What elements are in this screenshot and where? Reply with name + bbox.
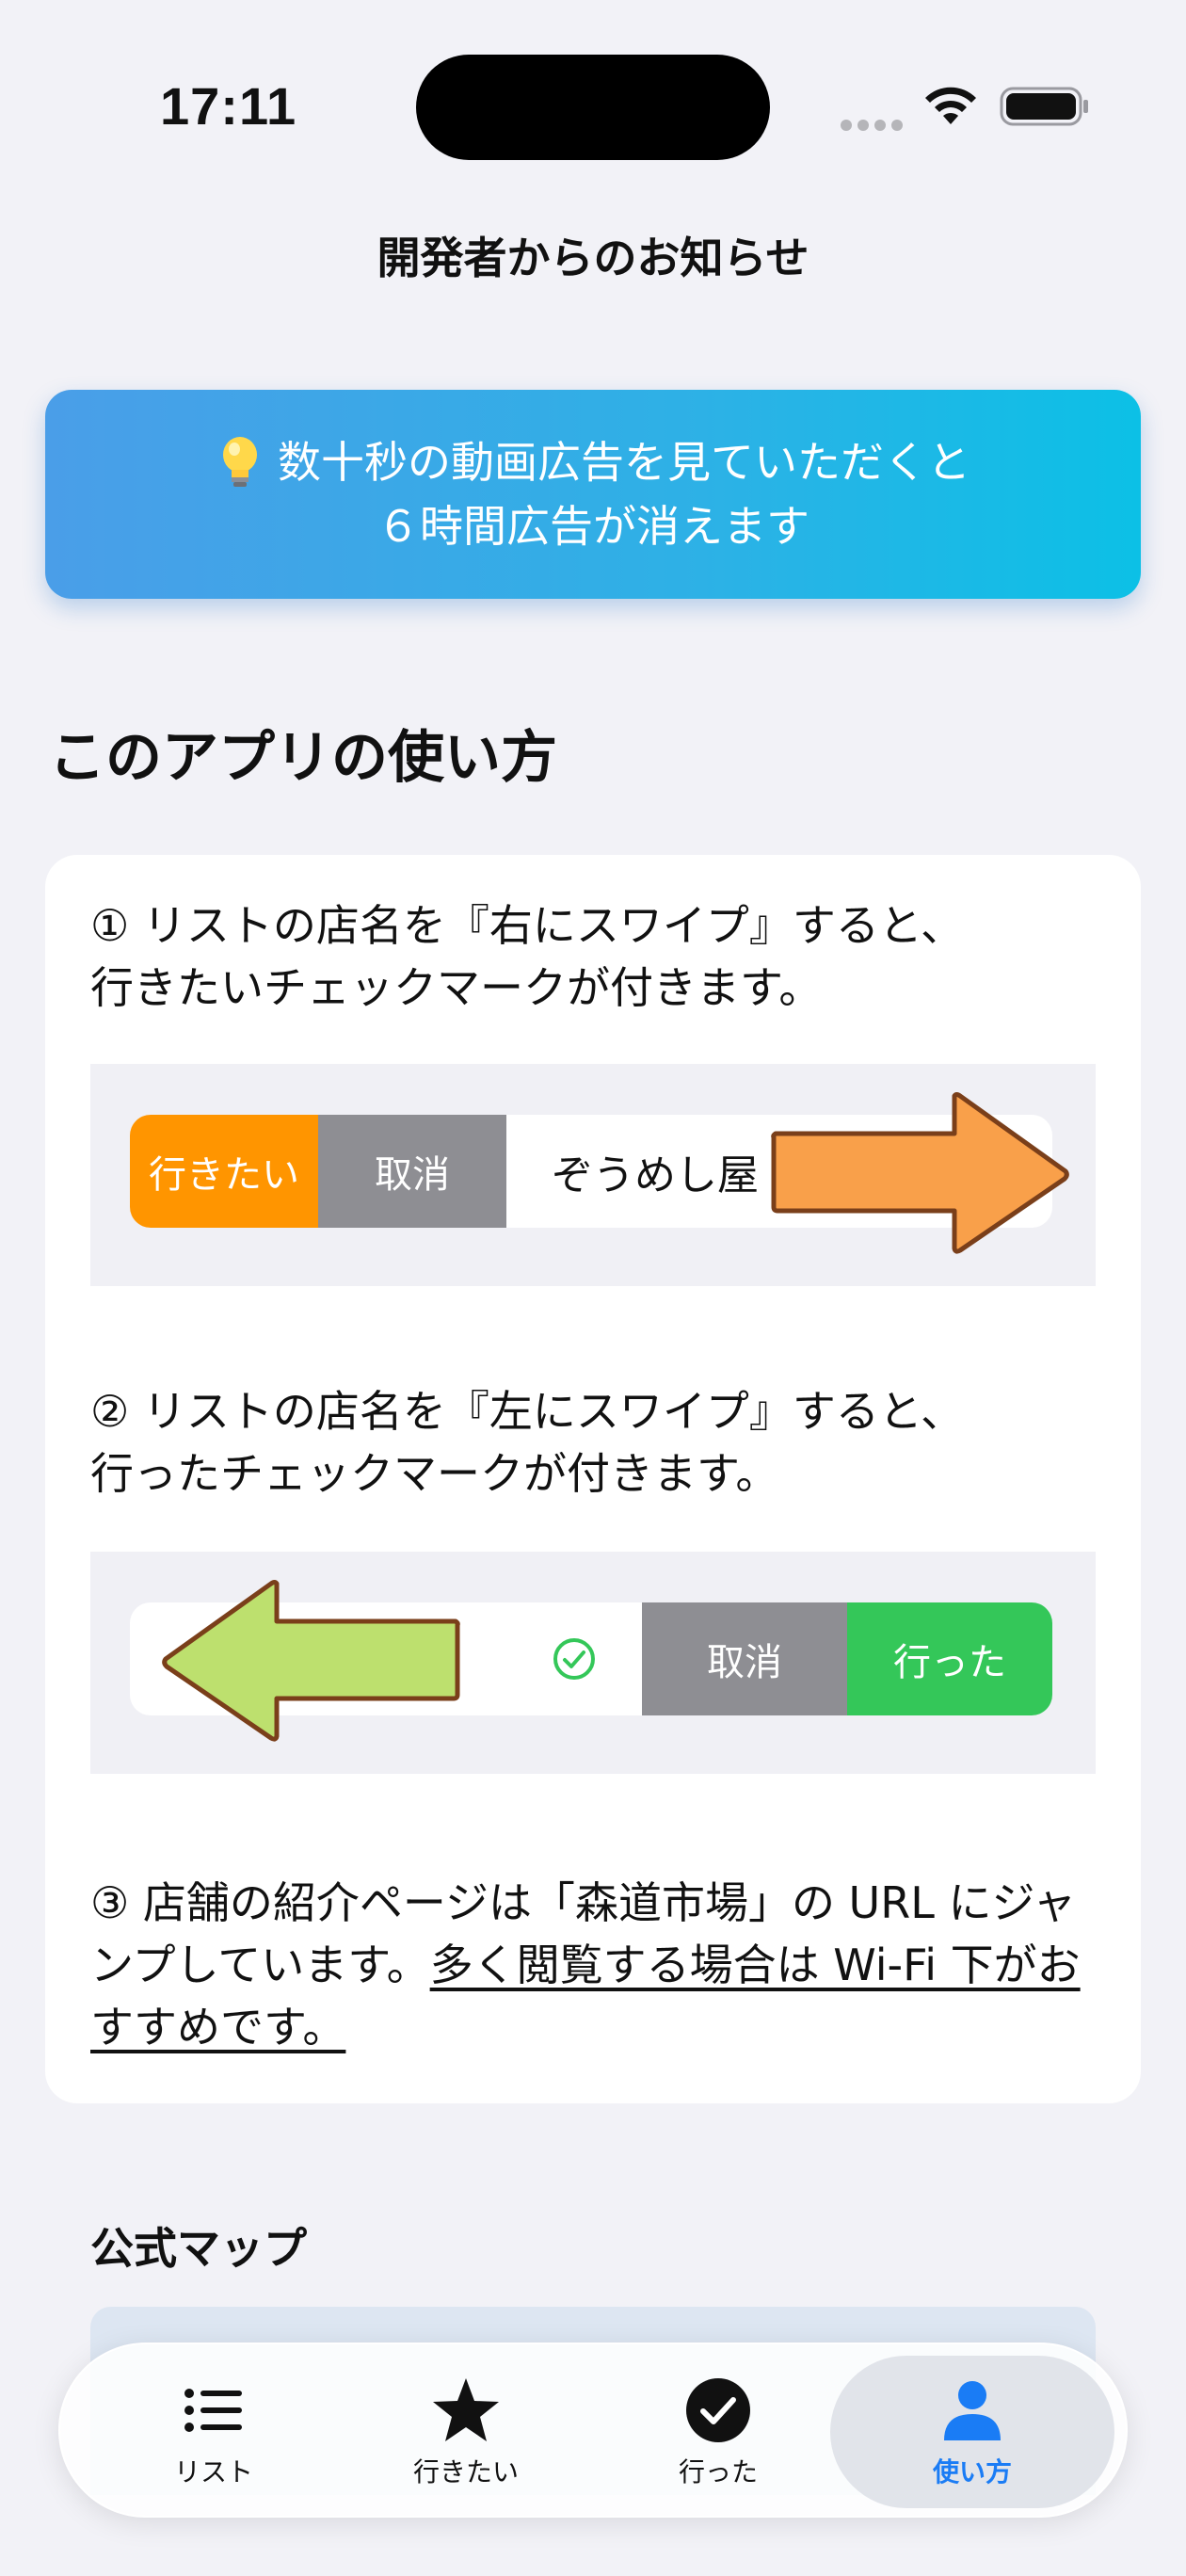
cellular-signal-icon: [841, 117, 908, 135]
demo-cancel-action: 取消: [318, 1115, 506, 1228]
checkmark-circle-icon: [553, 1638, 595, 1680]
map-section-title: 公式マップ: [90, 2223, 307, 2274]
demo-want-action: 行きたい: [130, 1115, 318, 1228]
swipe-left-demo: 取消 行った: [90, 1552, 1096, 1774]
tab-label: 使い方: [932, 2456, 1012, 2487]
step1-line1: ① リストの店名を『右にスワイプ』すると、: [90, 900, 965, 951]
ad-banner-line1: 数十秒の動画広告を見ていただくと: [278, 437, 970, 488]
checkmark-circle-icon: [686, 2378, 750, 2442]
tab-label: 行きたい: [412, 2456, 519, 2487]
tab-want[interactable]: 行きたい: [341, 2344, 591, 2520]
status-bar: 17:11: [0, 0, 1186, 188]
battery-icon: [1000, 87, 1088, 126]
step3-text: ③ 店舗の紹介ページは「森道市場」の URL にジャンプしています。多く閲覧する…: [90, 1872, 1103, 2058]
wifi-icon: [925, 87, 976, 124]
ad-banner-line2: ６時間広告が消えます: [377, 501, 809, 552]
dynamic-island: [416, 55, 770, 160]
demo-shop-name: ぞうめし屋: [552, 1151, 759, 1199]
tab-label: リスト: [173, 2456, 253, 2487]
step2-text: ② リストの店名を『左にスワイプ』すると、 行ったチェックマークが付きます。: [90, 1380, 1103, 1505]
step2-line1: ② リストの店名を『左にスワイプ』すると、: [90, 1386, 965, 1437]
arrow-right-icon: [771, 1092, 1069, 1254]
tab-list[interactable]: リスト: [88, 2344, 339, 2520]
demo-cancel-action: 取消: [642, 1602, 847, 1715]
arrow-left-icon: [162, 1580, 460, 1742]
rewarded-ad-banner[interactable]: 数十秒の動画広告を見ていただくと ６時間広告が消えます: [45, 390, 1141, 599]
tab-bar: リスト 行きたい 行った 使い方: [58, 2343, 1128, 2518]
swipe-right-demo: 行きたい 取消 ぞうめし屋: [90, 1064, 1096, 1286]
step1-text: ① リストの店名を『右にスワイプ』すると、 行きたいチェックマークが付きます。: [90, 894, 1103, 1019]
tab-howto[interactable]: 使い方: [830, 2356, 1114, 2508]
page-title: 開発者からのお知らせ: [377, 233, 809, 283]
demo-went-action: 行った: [847, 1602, 1052, 1715]
lightbulb-icon: [223, 437, 257, 487]
list-icon: [184, 2389, 242, 2432]
step2-line2: 行ったチェックマークが付きます。: [90, 1448, 779, 1499]
howto-heading: このアプリの使い方: [49, 725, 557, 791]
status-time: 17:11: [160, 76, 297, 136]
tab-went[interactable]: 行った: [593, 2344, 843, 2520]
howto-card: ① リストの店名を『右にスワイプ』すると、 行きたいチェックマークが付きます。 …: [45, 855, 1141, 2103]
step1-line2: 行きたいチェックマークが付きます。: [90, 962, 823, 1013]
person-icon: [944, 2381, 1001, 2440]
star-icon: [433, 2378, 499, 2441]
tab-label: 行った: [678, 2456, 758, 2487]
